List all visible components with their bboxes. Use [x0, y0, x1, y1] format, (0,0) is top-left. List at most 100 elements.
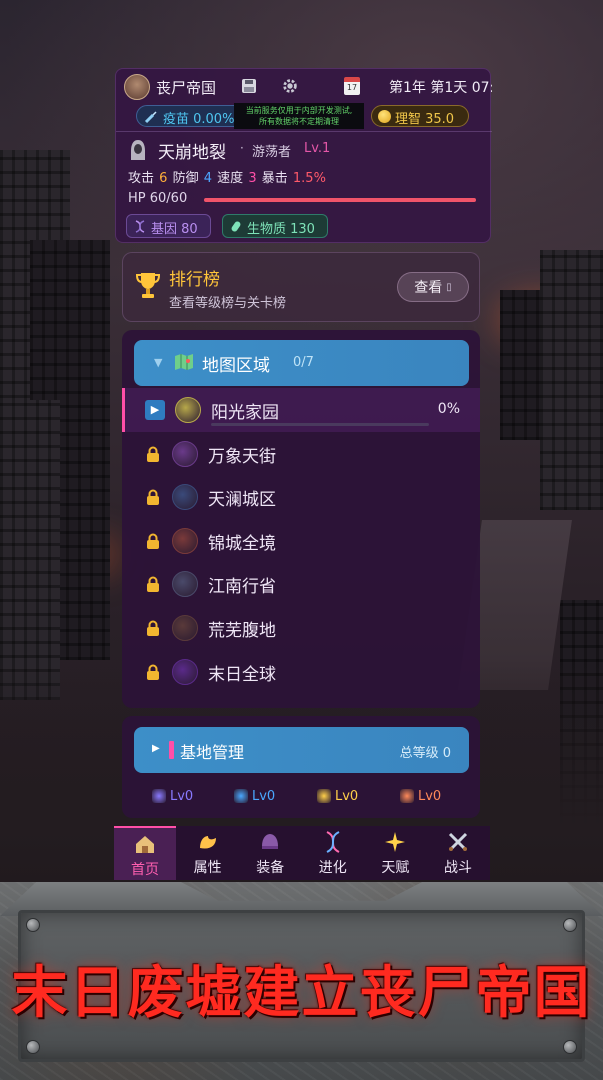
- dna-icon: [135, 220, 145, 233]
- attack-value: 6: [159, 171, 168, 186]
- hp-bar: [204, 198, 476, 202]
- region-thumbnail: [172, 615, 198, 641]
- region-item[interactable]: 末日全球: [122, 650, 480, 694]
- rivet-icon: [26, 1040, 40, 1054]
- nav-tab-5[interactable]: 战斗: [427, 826, 489, 880]
- region-name: 阳光家园: [211, 403, 279, 423]
- facility-level-value: Lv0: [170, 788, 194, 804]
- gear-icon[interactable]: [281, 77, 299, 95]
- nav-tab-3[interactable]: 进化: [302, 826, 364, 880]
- character-class: 游荡者: [252, 145, 292, 160]
- nav-tab-0[interactable]: 首页: [114, 826, 176, 880]
- map-region-panel: ▼ 地图区域 0/7 ▶ 阳光家园 0% 万象天街天澜城区锦城全境江南行省荒芜腹地末日…: [122, 330, 480, 708]
- rivet-icon: [563, 1040, 577, 1054]
- nav-tab-4[interactable]: 天赋: [364, 826, 426, 880]
- bottom-navigation: 首页 属性 装备 进化 天赋 战斗: [114, 826, 490, 880]
- speed-label: 速度: [217, 171, 244, 186]
- region-name: 江南行省: [208, 577, 276, 598]
- facility-level[interactable]: Lv0: [400, 786, 441, 806]
- notice-line-1: 当前服务仅用于内部开发测试,: [245, 106, 353, 115]
- region-item[interactable]: 锦城全境: [122, 519, 480, 563]
- view-arrow-icon: ▯: [446, 281, 452, 293]
- lock-icon: [147, 620, 159, 636]
- water-drop-icon: [234, 789, 248, 803]
- home-icon: [136, 836, 154, 853]
- defense-label: 防御: [172, 171, 199, 186]
- resource-bar: 疫苗 0.00% 当前服务仅用于内部开发测试, 所有数据将不定期清理 理智 35…: [116, 103, 492, 131]
- view-button-label: 查看: [414, 280, 443, 296]
- leaderboard-title: 排行榜: [169, 270, 220, 290]
- calendar-icon: 17: [344, 77, 360, 95]
- crit-value: 1.5%: [292, 171, 326, 186]
- biomass-value: 生物质 130: [247, 222, 315, 237]
- region-thumbnail: [172, 571, 198, 598]
- sanity-badge[interactable]: 理智 35.0: [371, 105, 469, 127]
- nav-tab-label: 首页: [131, 862, 159, 878]
- game-date: 第1年 第1天 07:: [389, 80, 492, 96]
- hp-text: HP 60/60: [128, 191, 188, 206]
- character-level: Lv.1: [304, 141, 331, 156]
- region-name: 锦城全境: [208, 533, 276, 554]
- nav-tab-label: 天赋: [381, 860, 410, 876]
- banner-title: 末日废墟建立丧尸帝国: [11, 961, 592, 1026]
- region-item[interactable]: ▶ 阳光家园 0%: [122, 388, 480, 432]
- facility-level[interactable]: Lv0: [317, 786, 358, 806]
- region-item[interactable]: 万象天街: [122, 432, 480, 476]
- region-thumbnail: [172, 527, 198, 554]
- nav-tab-1[interactable]: 属性: [177, 826, 239, 880]
- status-panel: 丧尸帝国 17 第1年 第1天 07: 疫苗 0.00% 当前服务仅用于内部开发…: [115, 68, 492, 243]
- region-item[interactable]: 天澜城区: [122, 475, 480, 519]
- save-icon[interactable]: [241, 78, 257, 94]
- map-region-header[interactable]: ▼ 地图区域 0/7: [134, 340, 469, 386]
- avatar[interactable]: [124, 74, 150, 100]
- facility-level-value: Lv0: [252, 788, 276, 804]
- base-total-level: 总等级 0: [399, 746, 451, 761]
- view-leaderboard-button[interactable]: 查看 ▯: [397, 272, 469, 302]
- coin-icon: [378, 110, 391, 123]
- region-item[interactable]: 江南行省: [122, 562, 480, 606]
- lock-icon: [147, 489, 159, 506]
- vaccine-badge[interactable]: 疫苗 0.00%: [136, 105, 246, 127]
- lock-icon: [147, 533, 159, 549]
- muscle-icon: [199, 836, 216, 849]
- crit-label: 暴击: [261, 171, 288, 186]
- map-region-title: 地图区域: [202, 356, 270, 376]
- trophy-icon: [135, 273, 161, 298]
- region-name: 天澜城区: [208, 490, 276, 511]
- rivet-icon: [563, 918, 577, 932]
- region-progress-bar: [211, 423, 429, 426]
- syringe-icon: [144, 111, 157, 124]
- character-header: 天崩地裂 · 游荡者 Lv.1: [116, 135, 492, 163]
- nav-tab-label: 进化: [318, 860, 347, 876]
- facility-level[interactable]: Lv0: [234, 786, 275, 806]
- leaderboard-card[interactable]: 排行榜 查看等级榜与关卡榜 查看 ▯: [122, 252, 480, 322]
- dna-icon: [326, 831, 340, 853]
- vaccine-value: 疫苗 0.00%: [163, 112, 235, 127]
- region-item[interactable]: 荒芜腹地: [122, 606, 480, 650]
- ore-icon: [400, 789, 414, 803]
- accent-marker: [169, 741, 174, 759]
- facility-level[interactable]: Lv0: [152, 786, 193, 806]
- sanity-value: 理智 35.0: [395, 112, 455, 127]
- test-tube-icon: [231, 221, 241, 232]
- map-region-count: 0/7: [293, 355, 314, 370]
- region-progress-text: 0%: [437, 401, 460, 417]
- hp-bar-fill: [204, 198, 476, 202]
- helmet-icon: [262, 834, 279, 849]
- base-management-header[interactable]: ▶ 基地管理 总等级 0: [134, 727, 469, 773]
- play-icon[interactable]: ▶: [145, 400, 165, 420]
- gene-badge[interactable]: 基因 80: [126, 214, 211, 238]
- region-name: 末日全球: [208, 664, 276, 685]
- base-management-title: 基地管理: [180, 743, 245, 762]
- nav-tab-label: 属性: [193, 860, 222, 876]
- map-icon: [175, 354, 193, 370]
- nav-tab-2[interactable]: 装备: [239, 826, 301, 880]
- region-thumbnail: [172, 658, 198, 685]
- defense-value: 4: [203, 171, 213, 186]
- hooded-figure-icon: [131, 140, 145, 160]
- biomass-badge[interactable]: 生物质 130: [222, 214, 328, 238]
- region-thumbnail: [172, 440, 198, 467]
- collapse-caret-icon: ▼: [154, 356, 163, 369]
- lock-icon: [147, 446, 159, 462]
- base-management-panel: ▶ 基地管理 总等级 0 Lv0 Lv0 Lv0 Lv0: [122, 716, 480, 818]
